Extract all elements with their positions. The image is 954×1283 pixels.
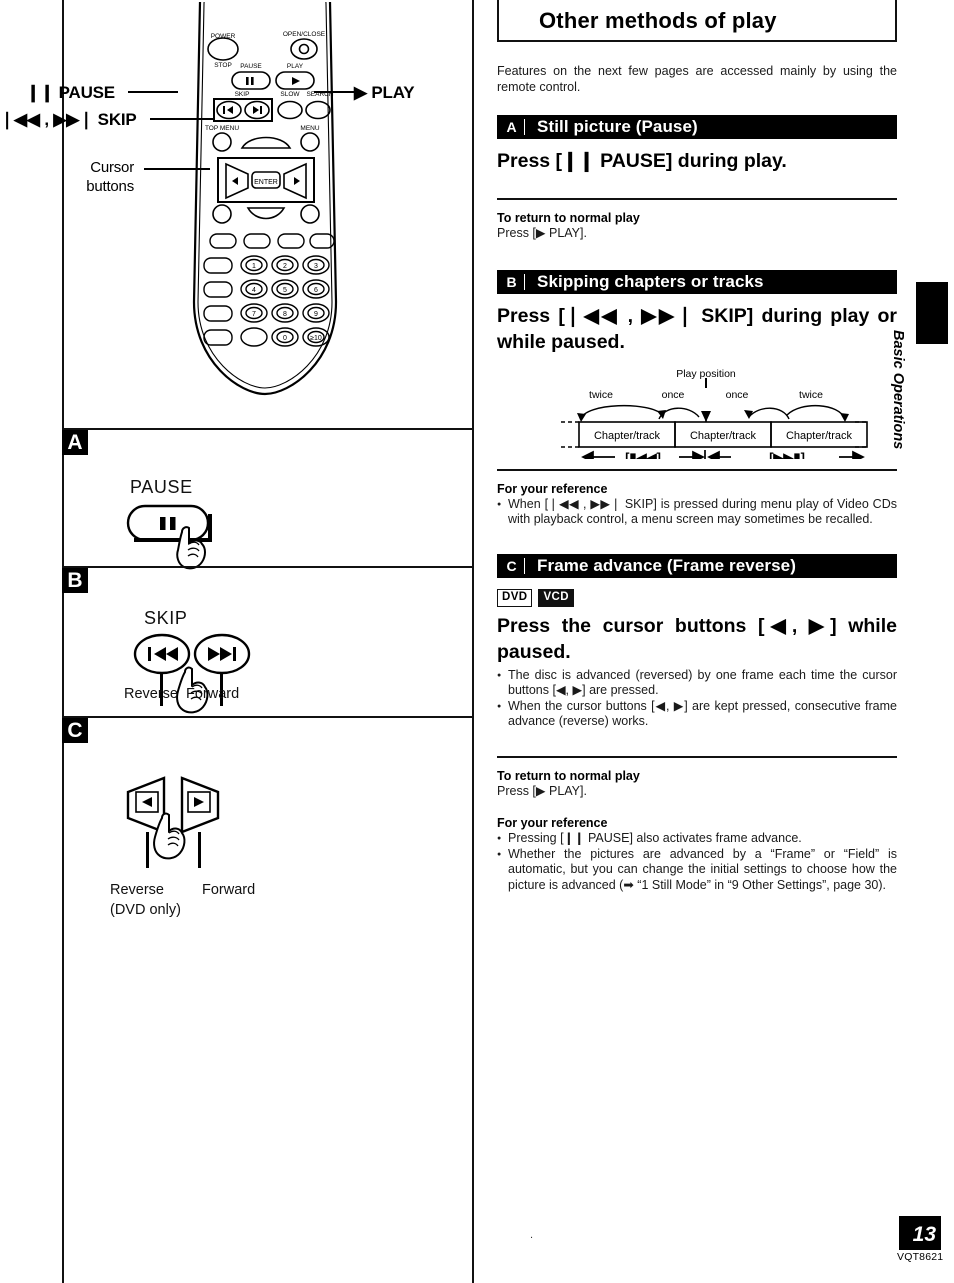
svg-text:8: 8: [283, 311, 287, 318]
section-header-a: A Still picture (Pause): [497, 115, 897, 139]
left-illustration-column: POWER STOP OPEN/CLOSE PAUSE PLAY SKIP SL…: [0, 0, 474, 1283]
panel-c-caption-reverse: Reverse: [110, 882, 164, 898]
section-c-return-head: To return to normal play: [497, 768, 640, 783]
svg-text:once: once: [662, 389, 685, 401]
section-c-bullet-list: The disc is advanced (reversed) by one f…: [497, 668, 897, 730]
list-item: Whether the pictures are advanced by a “…: [497, 847, 897, 894]
side-tab-label: Basic Operations: [890, 330, 906, 450]
callout-skip-leader: [150, 118, 214, 120]
section-b-reference-head: For your reference: [497, 481, 608, 496]
panel-badge-a: A: [62, 430, 88, 455]
section-a-return-head: To return to normal play: [497, 211, 640, 225]
disc-tag-dvd: DVD: [497, 588, 533, 607]
callout-skip-label: ❘◀◀ , ▶▶❘ SKIP: [0, 110, 137, 129]
section-b-reference-list: When [❘◀◀ , ▶▶❘ SKIP] is pressed during …: [497, 497, 897, 528]
svg-text:once: once: [726, 389, 749, 401]
right-text-column: Other methods of play Features on the ne…: [497, 0, 897, 893]
panel-badge-c: C: [62, 718, 88, 743]
svg-text:Chapter/track: Chapter/track: [594, 430, 661, 442]
svg-text:ENTER: ENTER: [254, 179, 278, 186]
side-tab-marker: [916, 282, 948, 344]
callout-cursor-label: Cursor buttons: [86, 159, 134, 195]
svg-text:2: 2: [283, 263, 287, 270]
section-header-c: C Frame advance (Frame reverse): [497, 553, 897, 578]
section-b-title: Skipping chapters or tracks: [537, 271, 764, 291]
section-a-return-text: Press [▶ PLAY].: [497, 226, 587, 240]
section-a-letter: A: [499, 119, 525, 135]
page-title: Other methods of play: [539, 8, 777, 33]
skip-diagram-drawing: Play position twice once once twice Chap…: [561, 368, 869, 459]
svg-text:Chapter/track: Chapter/track: [690, 430, 757, 442]
panel-a-title: PAUSE: [130, 477, 193, 497]
svg-text:TOP MENU: TOP MENU: [205, 125, 239, 132]
page-title-box: Other methods of play: [497, 0, 897, 42]
svg-text:OPEN/CLOSE: OPEN/CLOSE: [283, 31, 326, 38]
svg-text:5: 5: [283, 287, 287, 294]
svg-text:twice: twice: [589, 389, 613, 401]
section-b-instruction: Press [❘◀◀ , ▶▶❘ SKIP] during play or wh…: [497, 304, 897, 353]
page-number: 13: [899, 1216, 941, 1250]
svg-text:MENU: MENU: [300, 125, 319, 132]
section-b-letter: B: [499, 273, 525, 290]
skip-forward-button-label: [▶▶▮]: [769, 450, 805, 459]
section-b-rule: [497, 468, 897, 471]
svg-text:SKIP: SKIP: [235, 91, 250, 98]
svg-text:7: 7: [252, 311, 256, 318]
section-c-reference-head: For your reference: [497, 816, 608, 830]
callout-pause-leader: [128, 91, 178, 93]
list-item: Pressing [❙❙ PAUSE] also activates frame…: [497, 831, 897, 847]
svg-text:PAUSE: PAUSE: [240, 63, 262, 70]
svg-text:0: 0: [283, 335, 287, 342]
disc-type-tags: DVD VCD: [497, 588, 897, 607]
section-c-letter: C: [499, 557, 525, 574]
cursor-buttons-drawing: [126, 776, 220, 868]
panel-c: Reverse (DVD only) Forward: [62, 718, 474, 918]
section-a-instruction: Press [❙❙ PAUSE] during play.: [497, 150, 787, 172]
panel-c-caption-dvd-only: (DVD only): [110, 902, 181, 918]
svg-text:PLAY: PLAY: [287, 63, 304, 70]
callout-pause-label: ❙❙ PAUSE: [26, 83, 115, 102]
page-code: VQT8621: [897, 1251, 944, 1263]
intro-paragraph: Features on the next few pages are acces…: [497, 64, 897, 94]
skip-reverse-button-label: [▮◀◀]: [625, 450, 661, 459]
svg-text:Chapter/track: Chapter/track: [786, 430, 853, 442]
section-c-title: Frame advance (Frame reverse): [537, 555, 796, 575]
svg-text:1: 1: [252, 263, 256, 270]
panel-b-caption-reverse: Reverse: [124, 686, 178, 702]
svg-text:≥10: ≥10: [310, 335, 322, 342]
svg-text:POWER: POWER: [211, 33, 236, 40]
callout-play-label: ▶ PLAY: [354, 83, 415, 102]
remote-control-drawing: POWER STOP OPEN/CLOSE PAUSE PLAY SKIP SL…: [192, 2, 338, 396]
svg-text:6: 6: [314, 287, 318, 294]
callout-play-leader: [314, 91, 354, 93]
section-c-instruction: Press the cursor buttons [◀, ▶] while pa…: [497, 614, 897, 663]
svg-text:twice: twice: [799, 389, 823, 401]
panel-b: SKIP Reverse Forward: [62, 568, 474, 716]
svg-text:STOP: STOP: [214, 62, 232, 69]
panel-c-caption-forward: Forward: [202, 882, 256, 898]
section-a-title: Still picture (Pause): [537, 117, 698, 136]
panel-b-title: SKIP: [144, 608, 188, 628]
disc-tag-vcd: VCD: [538, 588, 574, 607]
section-c-rule: [497, 755, 897, 758]
svg-text:9: 9: [314, 311, 318, 318]
svg-text:SLOW: SLOW: [280, 91, 300, 98]
callout-cursor-leader: [144, 168, 210, 170]
panel-badge-b: B: [62, 568, 88, 593]
section-c-return-text: Press [▶ PLAY].: [497, 783, 587, 798]
remote-control-illustration: POWER STOP OPEN/CLOSE PAUSE PLAY SKIP SL…: [0, 0, 474, 428]
manual-page: POWER STOP OPEN/CLOSE PAUSE PLAY SKIP SL…: [0, 0, 954, 1283]
panel-a: PAUSE: [62, 430, 474, 570]
skip-position-diagram: Play position twice once once twice Chap…: [497, 367, 897, 459]
registration-dot: .: [530, 1229, 534, 1241]
list-item: When [❘◀◀ , ▶▶❘ SKIP] is pressed during …: [497, 497, 897, 528]
section-c-reference-list: Pressing [❙❙ PAUSE] also activates frame…: [497, 831, 897, 893]
svg-text:3: 3: [314, 263, 318, 270]
section-a-rule: [497, 198, 897, 200]
list-item: The disc is advanced (reversed) by one f…: [497, 668, 897, 699]
svg-text:4: 4: [252, 287, 256, 294]
panel-b-caption-forward: Forward: [186, 686, 240, 702]
section-header-b: B Skipping chapters or tracks: [497, 269, 897, 294]
list-item: When the cursor buttons [◀, ▶] are kept …: [497, 699, 897, 730]
